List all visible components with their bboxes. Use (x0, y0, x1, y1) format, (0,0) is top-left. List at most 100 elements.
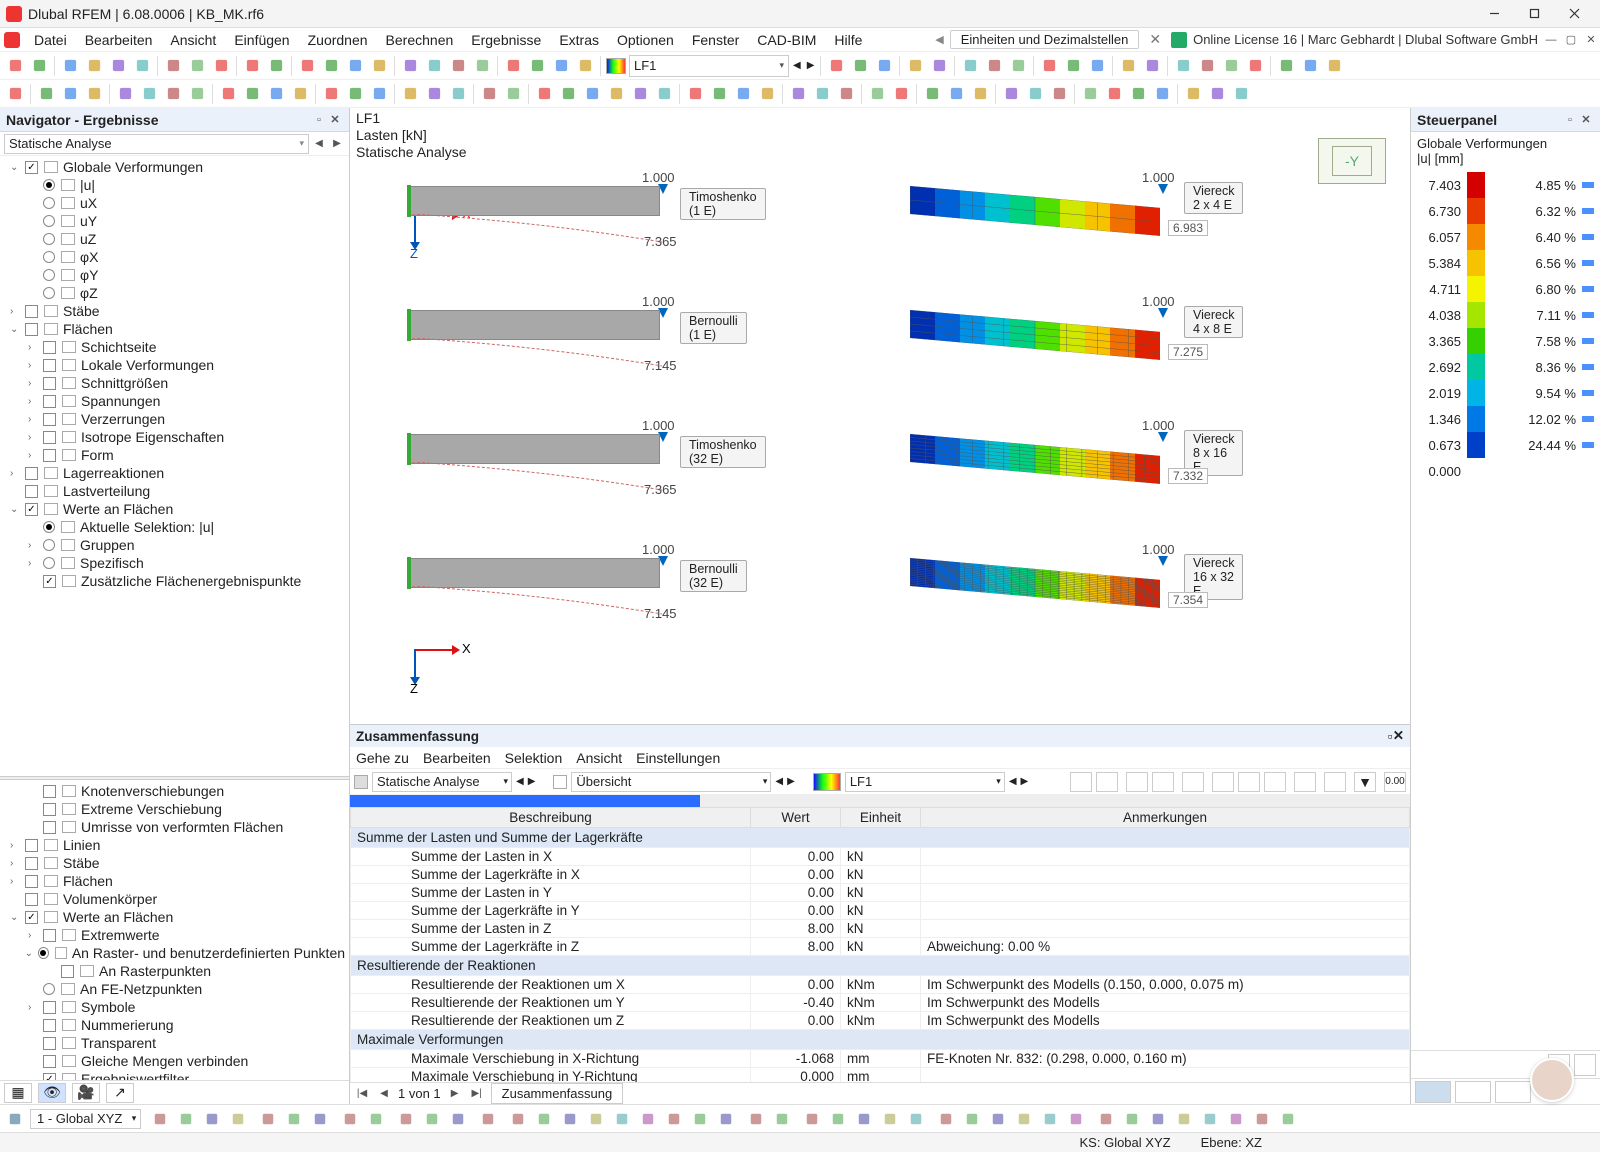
bottom-button[interactable] (689, 1108, 711, 1130)
table-row[interactable]: Summe der Lagerkräfte in Z8.00kNAbweichu… (351, 938, 1410, 956)
panel-tab-colorscale[interactable] (1415, 1081, 1451, 1103)
toolbar-button[interactable] (320, 55, 342, 77)
table-row[interactable]: Summe der Lasten in Z8.00kN (351, 920, 1410, 938)
toolbar-button[interactable] (945, 83, 967, 105)
bottom-button[interactable] (987, 1108, 1009, 1130)
legend-export-button[interactable] (1574, 1054, 1596, 1076)
view-cube[interactable]: -Y (1318, 138, 1386, 184)
toolbar-button[interactable] (550, 55, 572, 77)
toolbar-button[interactable] (344, 83, 366, 105)
tree-node[interactable]: uZ (0, 230, 349, 248)
sum-btn-2[interactable] (1096, 772, 1118, 792)
menu-extras[interactable]: Extras (551, 30, 607, 50)
toolbar-button[interactable] (533, 83, 555, 105)
snap-toggle[interactable] (4, 1108, 26, 1130)
toolbar-button[interactable] (289, 83, 311, 105)
toolbar-button[interactable] (1117, 55, 1139, 77)
toolbar-button[interactable] (28, 55, 50, 77)
tree-node[interactable]: Aktuelle Selektion: |u| (0, 518, 349, 536)
toolbar-button[interactable] (959, 55, 981, 77)
bottom-button[interactable] (227, 1108, 249, 1130)
maximize-button[interactable] (1514, 0, 1554, 28)
navigator-tree-lower[interactable]: KnotenverschiebungenExtreme Verschiebung… (0, 780, 349, 1080)
toolbar-button[interactable] (186, 83, 208, 105)
toolbar-button[interactable] (4, 83, 26, 105)
toolbar-button[interactable] (1086, 55, 1108, 77)
bottom-button[interactable] (395, 1108, 417, 1130)
bottom-button[interactable] (507, 1108, 529, 1130)
bottom-button[interactable] (533, 1108, 555, 1130)
tree-node[interactable]: An Rasterpunkten (0, 962, 349, 980)
menu-ergebnisse[interactable]: Ergebnisse (463, 30, 549, 50)
toolbar-button[interactable] (574, 55, 596, 77)
summary-type-select[interactable]: Statische Analyse (372, 772, 512, 792)
bottom-button[interactable] (611, 1108, 633, 1130)
bottom-button[interactable] (1225, 1108, 1247, 1130)
bottom-button[interactable] (1095, 1108, 1117, 1130)
toolbar-button[interactable] (83, 83, 105, 105)
bottom-button[interactable] (257, 1108, 279, 1130)
toolbar-button[interactable] (787, 83, 809, 105)
sum-btn-1[interactable] (1070, 772, 1092, 792)
menu-ansicht[interactable]: Ansicht (162, 30, 224, 50)
menu-hilfe[interactable]: Hilfe (826, 30, 870, 50)
toolbar-button[interactable] (1323, 55, 1345, 77)
toolbar-button[interactable] (296, 55, 318, 77)
toolbar-button[interactable] (1079, 83, 1101, 105)
bottom-button[interactable] (745, 1108, 767, 1130)
toolbar-button[interactable] (186, 55, 208, 77)
tree-node[interactable]: ›Spezifisch (0, 554, 349, 572)
toolbar-button[interactable] (684, 83, 706, 105)
toolbar-button[interactable] (653, 83, 675, 105)
toolbar-button[interactable] (114, 83, 136, 105)
close-tab-icon[interactable]: ✕ (1145, 31, 1165, 48)
toolbar-button[interactable] (866, 83, 888, 105)
bottom-button[interactable] (1277, 1108, 1299, 1130)
page-first-button[interactable]: |◀ (354, 1086, 370, 1102)
navigator-next-button[interactable]: ▶ (329, 134, 345, 154)
bottom-button[interactable] (175, 1108, 197, 1130)
toolbar-button[interactable] (423, 83, 445, 105)
tree-node[interactable]: Lastverteilung (0, 482, 349, 500)
toolbar-button[interactable] (1206, 83, 1228, 105)
bottom-button[interactable] (1039, 1108, 1061, 1130)
toolbar-button[interactable] (368, 83, 390, 105)
page-next-button[interactable]: ▶ (447, 1086, 463, 1102)
navigator-tree[interactable]: ⌄Globale Verformungen|u|uXuYuZφXφYφZ›Stä… (0, 156, 349, 776)
child-minimize-button[interactable]: — (1544, 33, 1558, 47)
tree-node[interactable]: ›Flächen (0, 872, 349, 890)
tree-node[interactable]: ⌄Flächen (0, 320, 349, 338)
table-row[interactable]: Summe der Lasten in Y0.00kN (351, 884, 1410, 902)
support-avatar[interactable] (1530, 1058, 1574, 1102)
toolbar-button[interactable] (320, 83, 342, 105)
panel-close-icon[interactable]: ✕ (327, 112, 343, 128)
bottom-button[interactable] (1173, 1108, 1195, 1130)
sum-btn-4[interactable] (1152, 772, 1174, 792)
table-row[interactable]: Resultierende der Reaktionen um Y-0.40kN… (351, 994, 1410, 1012)
toolbar-button[interactable] (605, 83, 627, 105)
toolbar-button[interactable] (732, 83, 754, 105)
menu-cad-bim[interactable]: CAD-BIM (749, 30, 824, 50)
toolbar-button[interactable] (423, 55, 445, 77)
tree-node[interactable]: uY (0, 212, 349, 230)
tree-node[interactable]: ›Spannungen (0, 392, 349, 410)
tree-node[interactable]: ⌄An Raster- und benutzerdefinierten Punk… (0, 944, 349, 962)
toolbar-button[interactable] (399, 83, 421, 105)
nav-tab-views[interactable]: 🎥 (72, 1083, 100, 1103)
nav-tab-display[interactable]: 👁 (38, 1083, 66, 1103)
toolbar-button[interactable] (447, 83, 469, 105)
toolbar-button[interactable] (162, 83, 184, 105)
toolbar-button[interactable] (969, 83, 991, 105)
cloud-sync-icon[interactable] (1171, 32, 1187, 48)
toolbar-button[interactable] (344, 55, 366, 77)
bottom-button[interactable] (1147, 1108, 1169, 1130)
sum-btn-filter[interactable]: ▼ (1354, 772, 1376, 792)
toolbar-button[interactable] (138, 83, 160, 105)
summary-menu-selektion[interactable]: Selektion (505, 750, 563, 766)
toolbar-button[interactable] (1220, 55, 1242, 77)
toolbar-button[interactable] (107, 55, 129, 77)
bottom-button[interactable] (309, 1108, 331, 1130)
tree-node[interactable]: ›Form (0, 446, 349, 464)
table-row[interactable]: Maximale Verschiebung in Y-Richtung0.000… (351, 1068, 1410, 1083)
toolbar-button[interactable] (502, 83, 524, 105)
